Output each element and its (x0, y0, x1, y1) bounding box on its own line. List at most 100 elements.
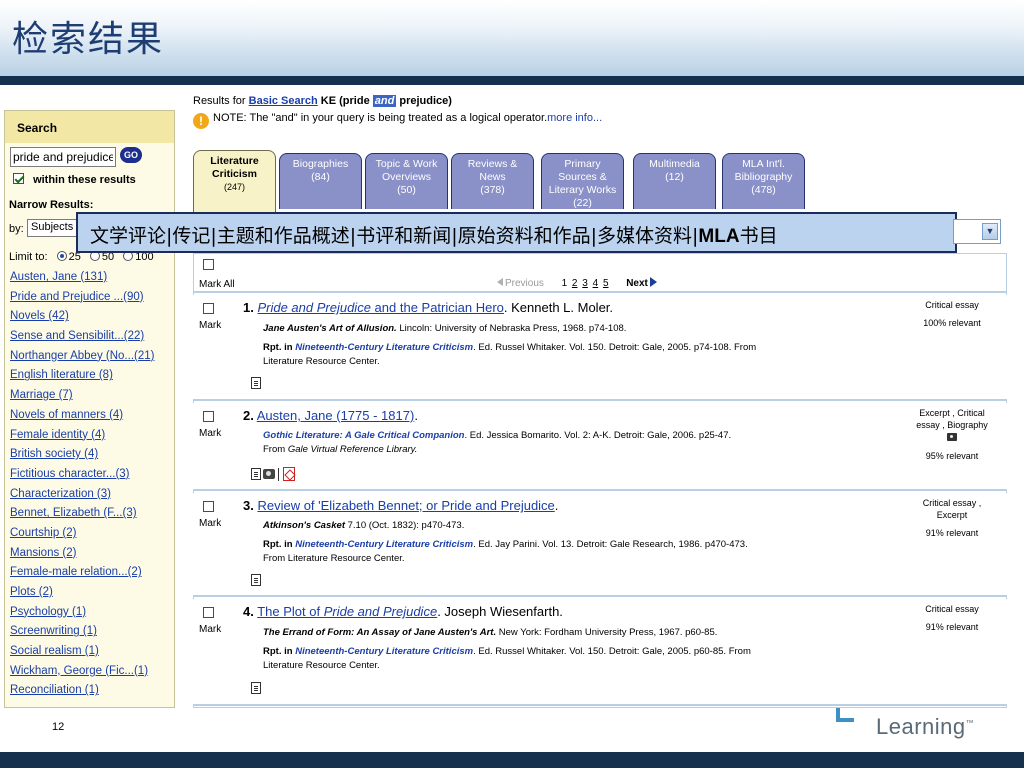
result-checkbox[interactable] (203, 303, 214, 314)
icon-separator (278, 468, 279, 481)
result-title-link[interactable]: Pride and Prejudice and the Patrician He… (257, 300, 503, 315)
page-link-5[interactable]: 5 (603, 278, 609, 289)
result-title-link[interactable]: Review of 'Elizabeth Bennet; or Pride an… (257, 498, 554, 513)
result-source: Atkinson's Casket 7.10 (Oct. 1832): p470… (263, 520, 465, 531)
note-text: NOTE: The "and" in your query is being t… (213, 112, 548, 124)
result-checkbox[interactable] (203, 607, 214, 618)
subject-item[interactable]: Marriage (7) (10, 389, 154, 409)
camera-icon[interactable] (263, 469, 275, 479)
next-arrow-icon (649, 277, 657, 287)
result-title: 1. Pride and Prejudice and the Patrician… (243, 300, 614, 315)
tab-topic-work-overviews[interactable]: Topic & Work Overviews (50) (365, 153, 448, 209)
narrow-by-row: by: Subjects (9, 219, 87, 237)
subject-item[interactable]: Fictitious character...(3) (10, 468, 154, 488)
result-item: Mark 1. Pride and Prejudice and the Patr… (193, 295, 1007, 401)
subject-item[interactable]: Austen, Jane (131) (10, 271, 154, 291)
footer-bar (0, 752, 1024, 768)
previous-arrow-icon (497, 278, 503, 286)
go-button[interactable]: GO (120, 147, 142, 163)
subject-item[interactable]: British society (4) (10, 448, 154, 468)
page-link-1: 1 (561, 278, 568, 289)
subject-item[interactable]: Mansions (2) (10, 547, 154, 567)
subject-item[interactable]: Characterization (3) (10, 488, 154, 508)
result-title: 3. Review of 'Elizabeth Bennet; or Pride… (243, 498, 559, 513)
logo-mark-icon (836, 708, 854, 722)
result-checkbox[interactable] (203, 501, 214, 512)
subject-item[interactable]: Courtship (2) (10, 527, 154, 547)
result-reprint: Rpt. in Nineteenth-Century Literature Cr… (263, 539, 748, 550)
subject-item[interactable]: Northanger Abbey (No...(21) (10, 350, 154, 370)
sidebar: Search GO within these results Narrow Re… (4, 110, 175, 708)
full-text-icon[interactable] (251, 682, 261, 694)
previous-button: Previous (497, 278, 544, 289)
limit-label: Limit to: (9, 251, 48, 263)
subject-item[interactable]: Female-male relation...(2) (10, 566, 154, 586)
subject-item[interactable]: Social realism (1) (10, 645, 154, 665)
result-title: 4. The Plot of Pride and Prejudice. Jose… (243, 604, 563, 619)
full-text-icon[interactable] (251, 468, 261, 480)
result-type: Critical essay , Excerpt 91% relevant (909, 497, 995, 539)
page-link-3[interactable]: 3 (582, 278, 588, 289)
mark-all-label: Mark All (199, 279, 235, 290)
warning-icon: ! (193, 113, 209, 129)
relevance: 95% relevant (925, 451, 979, 461)
subject-item[interactable]: Screenwriting (1) (10, 625, 154, 645)
result-item: Mark 4. The Plot of Pride and Prejudice.… (193, 599, 1007, 706)
within-results-label: within these results (33, 174, 136, 186)
tab-primary-sources[interactable]: Primary Sources & Literary Works (22) (541, 153, 624, 209)
chinese-tab-banner: 文学评论|传记|主题和作品概述|书评和新闻|原始资料和作品|多媒体资料|MLA书… (76, 212, 957, 253)
page-link-2[interactable]: 2 (572, 278, 578, 289)
note-row: ! NOTE: The "and" in your query is being … (193, 112, 602, 129)
subject-item[interactable]: Female identity (4) (10, 429, 154, 449)
result-source: Jane Austen's Art of Allusion. Lincoln: … (263, 323, 627, 334)
cengage-logo: Learning™ (836, 706, 986, 746)
full-text-icon[interactable] (251, 574, 261, 586)
relevance: 100% relevant (923, 318, 981, 328)
tab-biographies[interactable]: Biographies (84) (279, 153, 362, 209)
page-link-4[interactable]: 4 (593, 278, 599, 289)
relevance: 91% relevant (925, 622, 979, 632)
subject-item[interactable]: Pride and Prejudice ...(90) (10, 291, 154, 311)
basic-search-link[interactable]: Basic Search (249, 95, 318, 107)
result-title-link[interactable]: The Plot of Pride and Prejudice (257, 604, 437, 619)
result-source: The Errand of Form: An Assay of Jane Aus… (263, 627, 718, 638)
header-bar (0, 76, 1024, 85)
within-results-checkbox[interactable] (13, 173, 24, 184)
limit-radio-25[interactable] (56, 251, 67, 261)
tab-mla-bibliography[interactable]: MLA Int'l. Bibliography (478) (722, 153, 805, 209)
slide: 检索结果 Search GO within these results Narr… (0, 0, 1024, 768)
full-text-icon[interactable] (251, 377, 261, 389)
subject-item[interactable]: English literature (8) (10, 369, 154, 389)
subject-item[interactable]: Sense and Sensibilit...(22) (10, 330, 154, 350)
sort-select[interactable]: ▼ (953, 219, 1001, 244)
slide-header: 检索结果 (0, 0, 1024, 76)
subject-item[interactable]: Novels of manners (4) (10, 409, 154, 429)
search-input[interactable] (10, 147, 116, 167)
subject-item[interactable]: Plots (2) (10, 586, 154, 606)
mark-all-checkbox[interactable] (203, 259, 214, 270)
pdf-icon[interactable] (283, 467, 295, 481)
result-checkbox[interactable] (203, 411, 214, 422)
result-reprint: Rpt. in Nineteenth-Century Literature Cr… (263, 342, 757, 353)
subject-item[interactable]: Wickham, George (Fic...(1) (10, 665, 154, 685)
chevron-down-icon: ▼ (982, 223, 998, 240)
result-type: Critical essay 91% relevant (909, 603, 995, 633)
next-button[interactable]: Next (626, 277, 657, 289)
result-item: Mark 3. Review of 'Elizabeth Bennet; or … (193, 493, 1007, 597)
subject-item[interactable]: Bennet, Elizabeth (F...(3) (10, 507, 154, 527)
results-for: Results for Basic Search KE (pride and p… (193, 95, 452, 107)
result-title-link[interactable]: Austen, Jane (1775 - 1817) (257, 408, 415, 423)
subject-item[interactable]: Novels (42) (10, 310, 154, 330)
result-database: Literature Resource Center. (263, 660, 380, 671)
subject-item[interactable]: Reconciliation (1) (10, 684, 154, 704)
relevance: 91% relevant (925, 528, 979, 538)
tab-multimedia[interactable]: Multimedia (12) (633, 153, 716, 209)
mark-label: Mark (199, 320, 222, 331)
result-reprint: Rpt. in Nineteenth-Century Literature Cr… (263, 646, 751, 657)
within-results-row[interactable]: within these results (13, 173, 136, 186)
tab-reviews-news[interactable]: Reviews & News (378) (451, 153, 534, 209)
result-title: 2. Austen, Jane (1775 - 1817). (243, 408, 418, 423)
more-info-link[interactable]: more info... (547, 112, 602, 124)
subject-item[interactable]: Psychology (1) (10, 606, 154, 626)
tab-literature-criticism[interactable]: Literature Criticism (247) (193, 150, 276, 216)
